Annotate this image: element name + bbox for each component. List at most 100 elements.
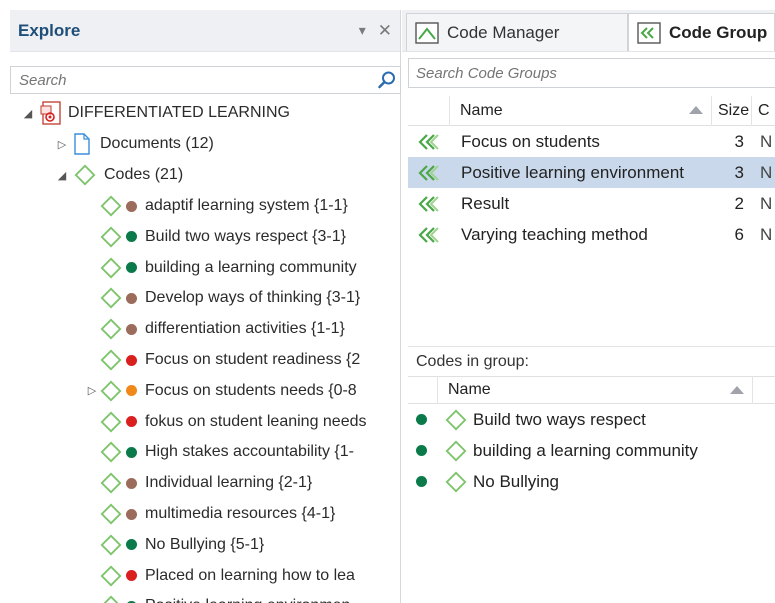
expand-arrow-icon[interactable]: ▷ [86, 384, 98, 397]
code-icon [100, 503, 122, 525]
search-icon[interactable] [374, 67, 400, 93]
code-group-icon [408, 226, 450, 244]
code-group-name: Result [461, 193, 510, 213]
code-icon [100, 441, 122, 463]
code-color-dot [126, 200, 137, 212]
code-group-c: N [760, 162, 773, 182]
code-group-c: N [760, 224, 773, 244]
code-color-dot [126, 354, 137, 366]
tree-code-label: differentiation activities {1-1} [145, 320, 345, 338]
code-icon [445, 471, 467, 493]
table-row[interactable]: Focus on students 3 N [408, 126, 775, 157]
size-column-header[interactable]: Size [712, 95, 752, 126]
tree-codes-label: Codes (21) [104, 166, 184, 183]
explore-search-input[interactable] [11, 67, 374, 93]
code-color-dot [126, 292, 137, 304]
code-icon [100, 195, 122, 217]
code-color-dot [126, 231, 137, 243]
tab-code-manager[interactable]: Code Manager [406, 13, 628, 51]
tree-code-label: multimedia resources {4-1} [145, 505, 336, 522]
code-group-size: 3 [734, 162, 744, 182]
code-group-size: 3 [734, 131, 744, 151]
icon-column-header [408, 95, 450, 126]
code-icon [100, 565, 122, 587]
code-name: No Bullying [473, 471, 559, 491]
tree-code-item[interactable]: High stakes accountability {1- [86, 437, 401, 467]
tree-code-item[interactable]: multimedia resources {4-1} [86, 499, 401, 529]
tree-code-item[interactable]: differentiation activities {1-1} [86, 314, 401, 344]
name-column-header[interactable]: Name [450, 95, 712, 126]
code-group-name: Varying teaching method [461, 224, 648, 244]
size-column-label: Size [718, 101, 750, 119]
list-item[interactable]: building a learning community [408, 435, 775, 466]
tree-code-item[interactable]: Build two ways respect {3-1} [86, 222, 401, 252]
code-icon [74, 164, 96, 186]
tab-code-group-label: Code Group [669, 22, 768, 42]
tree-code-item[interactable]: adaptif learning system {1-1} [86, 191, 401, 221]
code-name: building a learning community [473, 440, 698, 460]
code-color-dot [126, 262, 137, 274]
tree-code-item[interactable]: Placed on learning how to lea [86, 561, 401, 591]
tree-code-item[interactable]: ▷Positive learning environmen [86, 591, 401, 603]
document-icon [74, 133, 90, 155]
explore-header: Explore ▾ ✕ [10, 10, 400, 52]
tree-code-label: High stakes accountability {1- [145, 443, 354, 461]
code-group-search-input[interactable] [409, 59, 775, 87]
tree-code-item[interactable]: Individual learning {2-1} [86, 468, 401, 498]
close-icon[interactable]: ✕ [378, 21, 392, 41]
tree-codes-node[interactable]: ◢ Codes (21) [56, 160, 183, 190]
code-icon [100, 226, 122, 248]
code-color-dot [126, 570, 137, 582]
collapse-arrow-icon[interactable]: ◢ [56, 169, 68, 182]
project-tree: ◢ DIFFERENTIATED LEARNING ▷ Documents (1… [10, 96, 401, 603]
code-group-icon [408, 164, 450, 182]
tab-bar: Code Manager Code Group [402, 10, 775, 52]
code-icon [100, 595, 122, 603]
name-column-label: Name [460, 101, 503, 119]
codes-name-column-header[interactable]: Name [438, 376, 753, 404]
code-group-c: N [760, 193, 773, 213]
code-icon [100, 472, 122, 494]
tree-code-label: No Bullying {5-1} [145, 535, 265, 553]
table-row[interactable]: Varying teaching method 6 N [408, 219, 775, 250]
c-column-header[interactable]: C [752, 96, 775, 126]
c-column-label: C [758, 101, 770, 119]
code-color-dot [126, 508, 137, 520]
tree-code-item[interactable]: building a learning community [86, 253, 401, 283]
code-icon [100, 287, 122, 309]
tree-code-label: Positive learning environmen [145, 597, 350, 603]
expand-arrow-icon[interactable]: ▷ [56, 138, 68, 151]
tree-code-label: Build two ways respect {3-1} [145, 227, 346, 245]
code-color-dot [126, 446, 137, 458]
collapse-arrow-icon[interactable]: ◢ [22, 107, 34, 120]
tree-code-item[interactable]: Focus on student readiness {2 [86, 345, 401, 375]
code-color-dot [416, 414, 427, 425]
code-color-dot [126, 539, 137, 551]
tree-code-label: fokus on student leaning needs [145, 412, 367, 430]
code-name: Build two ways respect [473, 409, 646, 429]
code-group-c: N [760, 131, 773, 151]
codes-in-group-header: Name [408, 376, 775, 404]
table-row[interactable]: Positive learning environment 3 N [408, 157, 775, 188]
code-group-size: 6 [734, 224, 744, 244]
tree-code-item[interactable]: ▷ Focus on students needs {0-8 [86, 376, 401, 406]
tree-code-item[interactable]: No Bullying {5-1} [86, 530, 401, 560]
code-group-icon [408, 195, 450, 213]
code-color-dot [126, 477, 137, 489]
table-row[interactable]: Result 2 N [408, 188, 775, 219]
list-item[interactable]: No Bullying [408, 466, 775, 497]
code-icon [100, 380, 122, 402]
code-manager-icon [415, 21, 439, 44]
code-group-search-box [408, 58, 775, 88]
tree-root-node[interactable]: ◢ DIFFERENTIATED LEARNING [22, 98, 290, 128]
code-group-rows: Focus on students 3 N Positive learning env… [408, 126, 775, 250]
tab-code-group-manager[interactable]: Code Group [628, 13, 775, 51]
code-icon [100, 411, 122, 433]
tree-documents-node[interactable]: ▷ Documents (12) [56, 129, 214, 159]
tree-code-item[interactable]: Develop ways of thinking {3-1} [86, 283, 401, 313]
pin-dropdown-icon[interactable]: ▾ [359, 22, 366, 39]
code-icon [100, 349, 122, 371]
tree-code-item[interactable]: fokus on student leaning needs [86, 407, 401, 437]
code-icon [100, 534, 122, 556]
list-item[interactable]: Build two ways respect [408, 404, 775, 435]
